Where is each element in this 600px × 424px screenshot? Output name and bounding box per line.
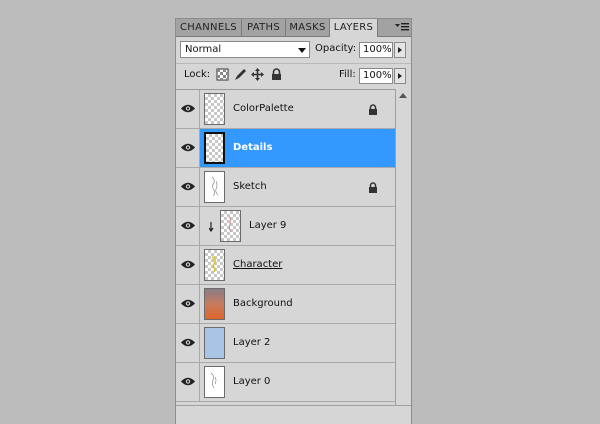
fill-input[interactable]: 100% (359, 68, 393, 84)
layer-row-colorpalette[interactable]: ColorPalette (176, 90, 395, 129)
layer-thumbnail (204, 171, 225, 203)
layers-scrollbar[interactable] (395, 89, 411, 405)
sketch-thumbnail-art (211, 176, 219, 197)
visibility-toggle[interactable] (176, 324, 200, 362)
chevron-down-icon (298, 48, 306, 53)
divider (176, 63, 411, 64)
visibility-toggle[interactable] (176, 90, 200, 128)
layer-name[interactable]: Details (233, 129, 272, 167)
lock-all-icon[interactable] (270, 68, 283, 81)
panel-menu-icon[interactable] (395, 22, 409, 33)
layer-row-sketch[interactable]: Sketch (176, 168, 395, 207)
layer-name[interactable]: Character (233, 246, 282, 284)
lock-icon (369, 182, 377, 193)
tab-paths[interactable]: PATHS (242, 19, 286, 36)
layer-name[interactable]: ColorPalette (233, 90, 294, 128)
layer-row-character[interactable]: Character (176, 246, 395, 285)
layer-thumbnail (220, 210, 241, 242)
eye-icon (181, 299, 195, 308)
layer-row-background[interactable]: Background (176, 285, 395, 324)
layer-row-layer-0[interactable]: Layer 0 (176, 363, 395, 402)
layer-name[interactable]: Layer 9 (249, 207, 286, 245)
lock-transparent-pixels-icon[interactable] (216, 68, 229, 81)
layer-row-layer-2[interactable]: Layer 2 (176, 324, 395, 363)
layer-thumbnail (204, 288, 225, 320)
visibility-toggle[interactable] (176, 285, 200, 323)
eye-icon (181, 377, 195, 386)
panel-tab-bar: CHANNELS PATHS MASKS LAYERS (176, 19, 411, 37)
eye-icon (181, 338, 195, 347)
layer-thumbnail (204, 93, 225, 125)
visibility-toggle[interactable] (176, 246, 200, 284)
layer-thumbnail (204, 327, 225, 359)
blend-mode-value: Normal (185, 44, 222, 55)
visibility-toggle[interactable] (176, 168, 200, 206)
panel-bottom-bar (176, 405, 411, 424)
opacity-label: Opacity: (315, 43, 357, 54)
fill-label: Fill: (339, 69, 356, 80)
layer-name[interactable]: Layer 2 (233, 324, 270, 362)
scroll-up-arrow-icon[interactable] (399, 93, 407, 98)
sketch-thumbnail-art (210, 372, 217, 389)
eye-icon (181, 221, 195, 230)
character-thumbnail-art (211, 256, 216, 273)
layer-name[interactable]: Layer 0 (233, 363, 270, 401)
lock-position-icon[interactable] (251, 68, 264, 81)
layer-name[interactable]: Background (233, 285, 293, 323)
sketch-thumbnail-art (228, 216, 232, 233)
layer-name[interactable]: Sketch (233, 168, 267, 206)
eye-icon (181, 104, 195, 113)
lock-icon (369, 104, 377, 115)
layers-list: ColorPalette Details Sketch Layer 9 Char… (176, 89, 395, 405)
layer-row-layer-9[interactable]: Layer 9 (176, 207, 395, 246)
layers-panel: CHANNELS PATHS MASKS LAYERS Normal Opaci… (175, 18, 412, 424)
layer-thumbnail (204, 249, 225, 281)
eye-icon (181, 143, 195, 152)
tab-masks[interactable]: MASKS (286, 19, 330, 36)
layer-thumbnail (204, 132, 225, 164)
layer-row-details[interactable]: Details (176, 129, 395, 168)
blend-opacity-row: Normal Opacity: 100% (176, 41, 411, 61)
clipping-mask-arrow-icon (209, 222, 214, 232)
visibility-toggle[interactable] (176, 363, 200, 401)
fill-slider-button[interactable] (394, 68, 406, 84)
eye-icon (181, 260, 195, 269)
tab-layers[interactable]: LAYERS (330, 19, 378, 37)
layer-thumbnail (204, 366, 225, 398)
lock-fill-row: Lock: Fill: 100% (176, 67, 411, 85)
opacity-input[interactable]: 100% (359, 42, 393, 58)
opacity-slider-button[interactable] (394, 42, 406, 58)
visibility-toggle[interactable] (176, 129, 200, 167)
lock-image-pixels-icon[interactable] (234, 68, 247, 81)
eye-icon (181, 182, 195, 191)
visibility-toggle[interactable] (176, 207, 200, 245)
blend-mode-dropdown[interactable]: Normal (180, 41, 310, 58)
tab-channels[interactable]: CHANNELS (176, 19, 242, 36)
lock-label: Lock: (184, 69, 211, 80)
